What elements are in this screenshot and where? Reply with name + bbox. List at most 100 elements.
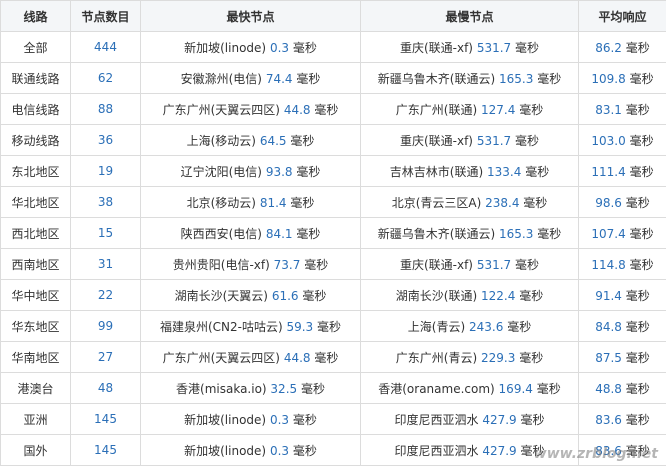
route-name: 电信线路: [11, 103, 59, 117]
slowest-node-name: 新疆乌鲁木齐(联通云): [378, 227, 495, 241]
slowest-node-name: 北京(青云三区A): [392, 196, 482, 210]
slowest-value: 165.3: [499, 72, 533, 86]
fastest-unit: 毫秒: [296, 165, 320, 179]
average-unit: 毫秒: [626, 41, 650, 55]
route-name: 东北地区: [11, 165, 59, 179]
average-unit: 毫秒: [630, 165, 654, 179]
route-cell: 华北地区: [1, 187, 71, 218]
route-cell: 电信线路: [1, 94, 71, 125]
fastest-unit: 毫秒: [302, 289, 326, 303]
route-cell: 东北地区: [1, 156, 71, 187]
slowest-node-name: 印度尼西亚泗水: [394, 444, 478, 458]
fastest-node-name: 湖南长沙(天翼云): [175, 289, 268, 303]
fastest-cell: 湖南长沙(天翼云) 61.6 毫秒: [141, 280, 361, 311]
slowest-unit: 毫秒: [537, 382, 561, 396]
node-count-cell: 22: [71, 280, 141, 311]
average-value: 86.2: [595, 41, 622, 55]
slowest-value: 427.9: [482, 444, 516, 458]
slowest-unit: 毫秒: [507, 320, 531, 334]
average-cell: 86.2 毫秒: [579, 32, 666, 63]
slowest-value: 243.6: [469, 320, 503, 334]
slowest-value: 229.3: [481, 351, 515, 365]
slowest-value: 127.4: [481, 103, 515, 117]
slowest-node-name: 香港(oraname.com): [378, 382, 494, 396]
fastest-cell: 香港(misaka.io) 32.5 毫秒: [141, 373, 361, 404]
fastest-cell: 广东广州(天翼云四区) 44.8 毫秒: [141, 94, 361, 125]
node-count-cell: 15: [71, 218, 141, 249]
slowest-cell: 广东广州(联通) 127.4 毫秒: [361, 94, 579, 125]
slowest-unit: 毫秒: [515, 258, 539, 272]
average-unit: 毫秒: [626, 103, 650, 117]
slowest-value: 238.4: [485, 196, 519, 210]
slowest-value: 531.7: [477, 258, 511, 272]
route-cell: 华南地区: [1, 342, 71, 373]
fastest-unit: 毫秒: [304, 258, 328, 272]
fastest-cell: 新加坡(linode) 0.3 毫秒: [141, 32, 361, 63]
node-count: 48: [98, 381, 113, 395]
slowest-cell: 上海(青云) 243.6 毫秒: [361, 311, 579, 342]
fastest-cell: 上海(移动云) 64.5 毫秒: [141, 125, 361, 156]
node-count: 36: [98, 133, 113, 147]
watermark: www.zrblog.net: [534, 446, 658, 462]
fastest-node-name: 贵州贵阳(电信-xf): [173, 258, 270, 272]
fastest-value: 74.4: [266, 72, 293, 86]
latency-table: 线路 节点数目 最快节点 最慢节点 平均响应 全部444新加坡(linode) …: [0, 0, 666, 466]
fastest-unit: 毫秒: [296, 227, 320, 241]
table-body: 全部444新加坡(linode) 0.3 毫秒重庆(联通-xf) 531.7 毫…: [1, 32, 666, 466]
fastest-value: 64.5: [260, 134, 287, 148]
node-count-cell: 88: [71, 94, 141, 125]
route-name: 西南地区: [11, 258, 59, 272]
slowest-cell: 吉林吉林市(联通) 133.4 毫秒: [361, 156, 579, 187]
slowest-cell: 重庆(联通-xf) 531.7 毫秒: [361, 249, 579, 280]
average-unit: 毫秒: [626, 351, 650, 365]
fastest-node-name: 香港(misaka.io): [176, 382, 267, 396]
route-cell: 移动线路: [1, 125, 71, 156]
slowest-value: 427.9: [482, 413, 516, 427]
fastest-value: 84.1: [266, 227, 293, 241]
slowest-cell: 新疆乌鲁木齐(联通云) 165.3 毫秒: [361, 218, 579, 249]
node-count-cell: 145: [71, 435, 141, 466]
node-count: 99: [98, 319, 113, 333]
average-cell: 98.6 毫秒: [579, 187, 666, 218]
route-cell: 全部: [1, 32, 71, 63]
fastest-cell: 北京(移动云) 81.4 毫秒: [141, 187, 361, 218]
slowest-value: 169.4: [499, 382, 533, 396]
average-unit: 毫秒: [630, 227, 654, 241]
fastest-unit: 毫秒: [290, 134, 314, 148]
route-cell: 国外: [1, 435, 71, 466]
node-count-cell: 38: [71, 187, 141, 218]
slowest-cell: 重庆(联通-xf) 531.7 毫秒: [361, 32, 579, 63]
slowest-node-name: 重庆(联通-xf): [400, 258, 473, 272]
route-name: 国外: [23, 444, 47, 458]
fastest-node-name: 陕西西安(电信): [181, 227, 262, 241]
node-count: 145: [94, 412, 117, 426]
table-row: 西北地区15陕西西安(电信) 84.1 毫秒新疆乌鲁木齐(联通云) 165.3 …: [1, 218, 666, 249]
slowest-node-name: 重庆(联通-xf): [400, 134, 473, 148]
table-row: 华中地区22湖南长沙(天翼云) 61.6 毫秒湖南长沙(联通) 122.4 毫秒…: [1, 280, 666, 311]
slowest-cell: 广东广州(青云) 229.3 毫秒: [361, 342, 579, 373]
header-slowest: 最慢节点: [361, 1, 579, 32]
fastest-unit: 毫秒: [293, 41, 317, 55]
route-name: 华东地区: [11, 320, 59, 334]
fastest-unit: 毫秒: [290, 196, 314, 210]
route-name: 华北地区: [11, 196, 59, 210]
fastest-cell: 陕西西安(电信) 84.1 毫秒: [141, 218, 361, 249]
fastest-value: 0.3: [270, 41, 289, 55]
average-unit: 毫秒: [626, 382, 650, 396]
fastest-unit: 毫秒: [293, 413, 317, 427]
fastest-cell: 广东广州(天翼云四区) 44.8 毫秒: [141, 342, 361, 373]
table-row: 联通线路62安徽滁州(电信) 74.4 毫秒新疆乌鲁木齐(联通云) 165.3 …: [1, 63, 666, 94]
node-count: 444: [94, 40, 117, 54]
table-row: 华南地区27广东广州(天翼云四区) 44.8 毫秒广东广州(青云) 229.3 …: [1, 342, 666, 373]
route-cell: 亚洲: [1, 404, 71, 435]
average-unit: 毫秒: [626, 289, 650, 303]
fastest-node-name: 辽宁沈阳(电信): [181, 165, 262, 179]
fastest-cell: 福建泉州(CN2-咕咕云) 59.3 毫秒: [141, 311, 361, 342]
fastest-value: 61.6: [272, 289, 299, 303]
slowest-unit: 毫秒: [519, 103, 543, 117]
fastest-node-name: 福建泉州(CN2-咕咕云): [160, 320, 283, 334]
node-count-cell: 36: [71, 125, 141, 156]
slowest-unit: 毫秒: [519, 289, 543, 303]
average-value: 87.5: [595, 351, 622, 365]
slowest-cell: 重庆(联通-xf) 531.7 毫秒: [361, 125, 579, 156]
